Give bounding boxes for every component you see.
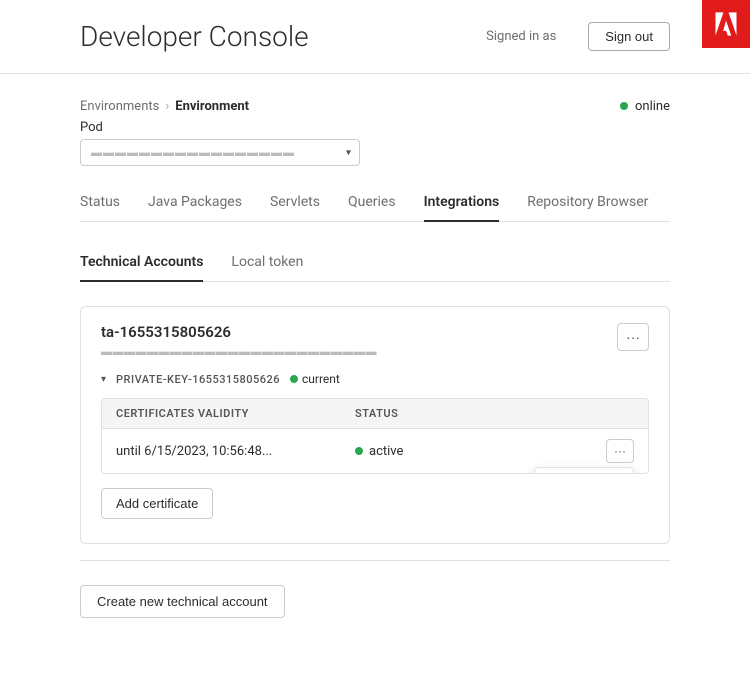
pod-select-value: ▬▬▬▬▬▬▬▬▬▬▬▬▬▬▬▬▬ (91, 146, 295, 159)
signed-in-label: Signed in as (486, 29, 556, 44)
subtab-local-token[interactable]: Local token (231, 246, 303, 282)
pod-label: Pod (80, 120, 670, 135)
breadcrumb-environments[interactable]: Environments (80, 99, 159, 114)
account-email: ▬▬▬▬▬▬▬▬▬▬▬▬▬▬▬▬▬▬▬▬▬▬▬▬ (101, 345, 377, 358)
subtab-technical-accounts[interactable]: Technical Accounts (80, 246, 203, 282)
current-dot-icon (290, 375, 298, 383)
account-info: ta-1655315805626 ▬▬▬▬▬▬▬▬▬▬▬▬▬▬▬▬▬▬▬▬▬▬▬… (101, 323, 377, 358)
account-header: ta-1655315805626 ▬▬▬▬▬▬▬▬▬▬▬▬▬▬▬▬▬▬▬▬▬▬▬… (101, 323, 649, 358)
nav-tabs: Status Java Packages Servlets Queries In… (80, 186, 670, 222)
private-key-row: ▾ PRIVATE-KEY-1655315805626 current (101, 372, 649, 386)
adobe-logo (702, 0, 750, 48)
tab-java-packages[interactable]: Java Packages (148, 186, 242, 222)
cert-table-header: CERTIFICATES VALIDITY STATUS (102, 399, 648, 428)
table-row: until 6/15/2023, 10:56:48... active ··· … (102, 428, 648, 473)
cert-menu-button[interactable]: ··· (606, 439, 634, 463)
col-validity-header: CERTIFICATES VALIDITY (116, 407, 355, 420)
status-dot-icon (620, 102, 628, 110)
account-menu-button[interactable]: ··· (617, 323, 649, 351)
tab-status[interactable]: Status (80, 186, 120, 222)
current-label: current (302, 372, 340, 386)
private-key-name: PRIVATE-KEY-1655315805626 (116, 373, 280, 386)
breadcrumb: Environments › Environment (80, 99, 249, 114)
breadcrumb-separator: › (165, 99, 169, 114)
tab-servlets[interactable]: Servlets (270, 186, 320, 222)
sub-tabs: Technical Accounts Local token (80, 246, 670, 282)
divider (80, 560, 670, 561)
key-chevron-icon: ▾ (101, 374, 106, 385)
context-menu-view[interactable]: View (535, 468, 633, 474)
pod-chevron-icon: ▾ (346, 147, 351, 158)
tab-integrations[interactable]: Integrations (424, 186, 500, 222)
create-technical-account-button[interactable]: Create new technical account (80, 585, 285, 618)
pod-select[interactable]: ▬▬▬▬▬▬▬▬▬▬▬▬▬▬▬▬▬ ▾ (80, 139, 360, 166)
status-label: online (635, 99, 670, 114)
tab-repository-browser[interactable]: Repository Browser (527, 186, 648, 222)
cert-validity-value: until 6/15/2023, 10:56:48... (116, 444, 355, 459)
breadcrumb-row: Environments › Environment online (80, 98, 670, 114)
sign-out-button[interactable]: Sign out (588, 22, 670, 51)
cert-status-value: active (369, 444, 403, 459)
header: Developer Console Signed in as Sign out (0, 0, 750, 74)
col-action-header (594, 407, 634, 420)
context-menu: View Revoke Delete (534, 467, 634, 474)
breadcrumb-environment: Environment (175, 99, 249, 114)
status-indicator: online (620, 98, 670, 114)
tab-queries[interactable]: Queries (348, 186, 396, 222)
main-content: Environments › Environment online Pod ▬▬… (0, 74, 750, 642)
cert-status-dot-icon (355, 447, 363, 455)
cert-action-cell: ··· View Revoke Delete (594, 439, 634, 463)
app-title: Developer Console (80, 20, 466, 53)
account-id: ta-1655315805626 (101, 323, 377, 341)
add-certificate-button[interactable]: Add certificate (101, 488, 213, 519)
col-status-header: STATUS (355, 407, 594, 420)
current-badge: current (290, 372, 340, 386)
cert-status-cell: active (355, 444, 594, 459)
certificate-table: CERTIFICATES VALIDITY STATUS until 6/15/… (101, 398, 649, 474)
account-card: ta-1655315805626 ▬▬▬▬▬▬▬▬▬▬▬▬▬▬▬▬▬▬▬▬▬▬▬… (80, 306, 670, 544)
